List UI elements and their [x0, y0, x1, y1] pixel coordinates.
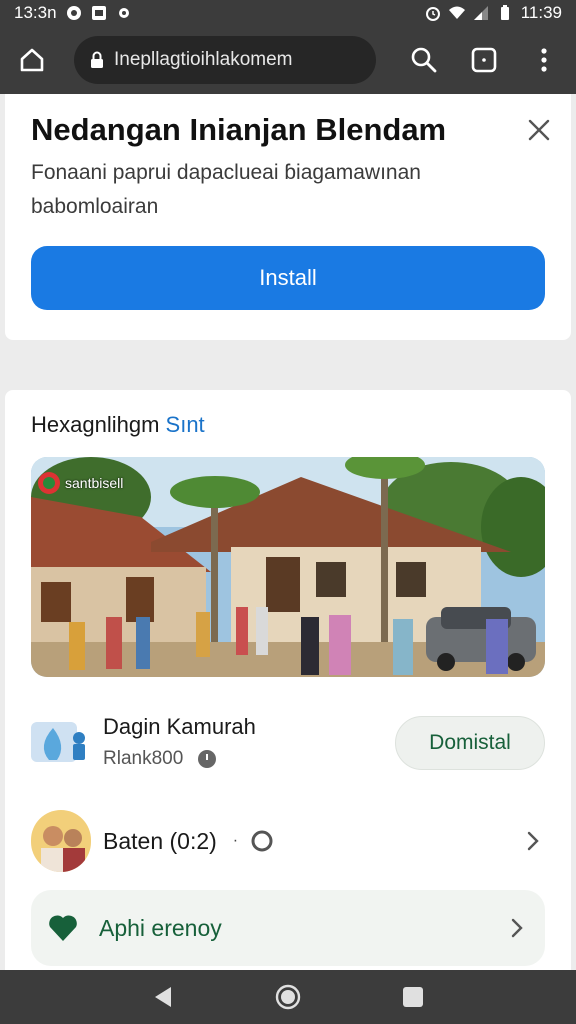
app-meta: Rlank800: [103, 748, 217, 770]
install-banner: Nedangan Inianjan Blendam Fonaani paprui…: [5, 94, 571, 340]
content-card: Hexagnlihgm Sınt santbisell Dagin Kamura…: [5, 390, 571, 970]
app-row: Dagin Kamurah Rlank800 Domistal: [31, 712, 545, 772]
back-button[interactable]: [143, 977, 183, 1017]
install-title: Nedangan Inianjan Blendam: [31, 112, 447, 147]
avatar-image: [31, 810, 91, 872]
verified-icon: [198, 750, 217, 768]
status-bar: 13:3n 11:39: [0, 0, 576, 26]
alarm-icon: [425, 7, 440, 21]
logo-icon: [38, 472, 60, 494]
download-button[interactable]: Domistal: [395, 716, 545, 770]
menu-button[interactable]: [524, 40, 564, 80]
close-button[interactable]: [523, 114, 555, 146]
install-button[interactable]: Install: [31, 246, 545, 310]
back-icon: [154, 987, 171, 1007]
rating-separator: ·: [232, 832, 239, 849]
home-icon: [20, 48, 44, 72]
status-time-left: 13:3n: [14, 3, 57, 22]
battery-icon: [500, 5, 509, 20]
tabs-button[interactable]: [464, 40, 504, 80]
close-icon: [528, 119, 550, 141]
section-title-text: Hexagnlihgm: [31, 412, 160, 437]
apps-link-row[interactable]: Aphi erenoy: [31, 890, 545, 966]
search-icon: [411, 47, 437, 73]
village-photo: santbisell: [31, 457, 545, 677]
search-button[interactable]: [404, 40, 444, 80]
section-title: Hexagnlihgm Sınt: [31, 412, 205, 438]
status-time-right: 11:39: [520, 3, 562, 22]
apps-link-label: Aphi erenoy: [99, 914, 222, 941]
chevron-right-icon: [527, 831, 539, 851]
browser-toolbar: Inepllagtioihlakomem: [0, 26, 576, 94]
recents-button[interactable]: [393, 977, 433, 1017]
lock-icon: [91, 51, 103, 68]
settings-icon: [118, 8, 129, 18]
chevron-right-icon: [511, 918, 523, 938]
signal-icon: [473, 6, 488, 20]
url-bar[interactable]: Inepllagtioihlakomem: [74, 36, 376, 84]
app-name: Dagin Kamurah: [103, 714, 256, 739]
home-circle-icon: [275, 984, 301, 1010]
info-icon: [251, 830, 273, 852]
reviewer-avatar: [31, 810, 91, 872]
home-nav-button[interactable]: [268, 977, 308, 1017]
home-button[interactable]: [12, 40, 52, 80]
wifi-icon: [448, 6, 465, 19]
tabs-icon: [471, 47, 497, 73]
section-link[interactable]: Sınt: [166, 412, 205, 437]
photo-watermark: santbisell: [37, 471, 123, 495]
rating-label: Baten (0:2): [103, 827, 217, 854]
system-nav-bar: [0, 970, 576, 1024]
install-description: Fonaani paprui dapaclueai ɓiagamawınan b…: [31, 161, 421, 218]
message-icon: [66, 6, 81, 20]
url-text: Inepllagtioihlakomem: [114, 49, 293, 70]
recents-icon: [403, 987, 424, 1007]
more-vert-icon: [541, 48, 547, 72]
heart-icon: [49, 915, 77, 941]
app-icon[interactable]: [31, 716, 91, 768]
rating-row[interactable]: Baten (0:2) ·: [31, 808, 545, 874]
photo-logo-text: santbisell: [65, 475, 124, 491]
app-developer: Rlank800: [103, 748, 184, 769]
gallery-icon: [91, 6, 106, 20]
